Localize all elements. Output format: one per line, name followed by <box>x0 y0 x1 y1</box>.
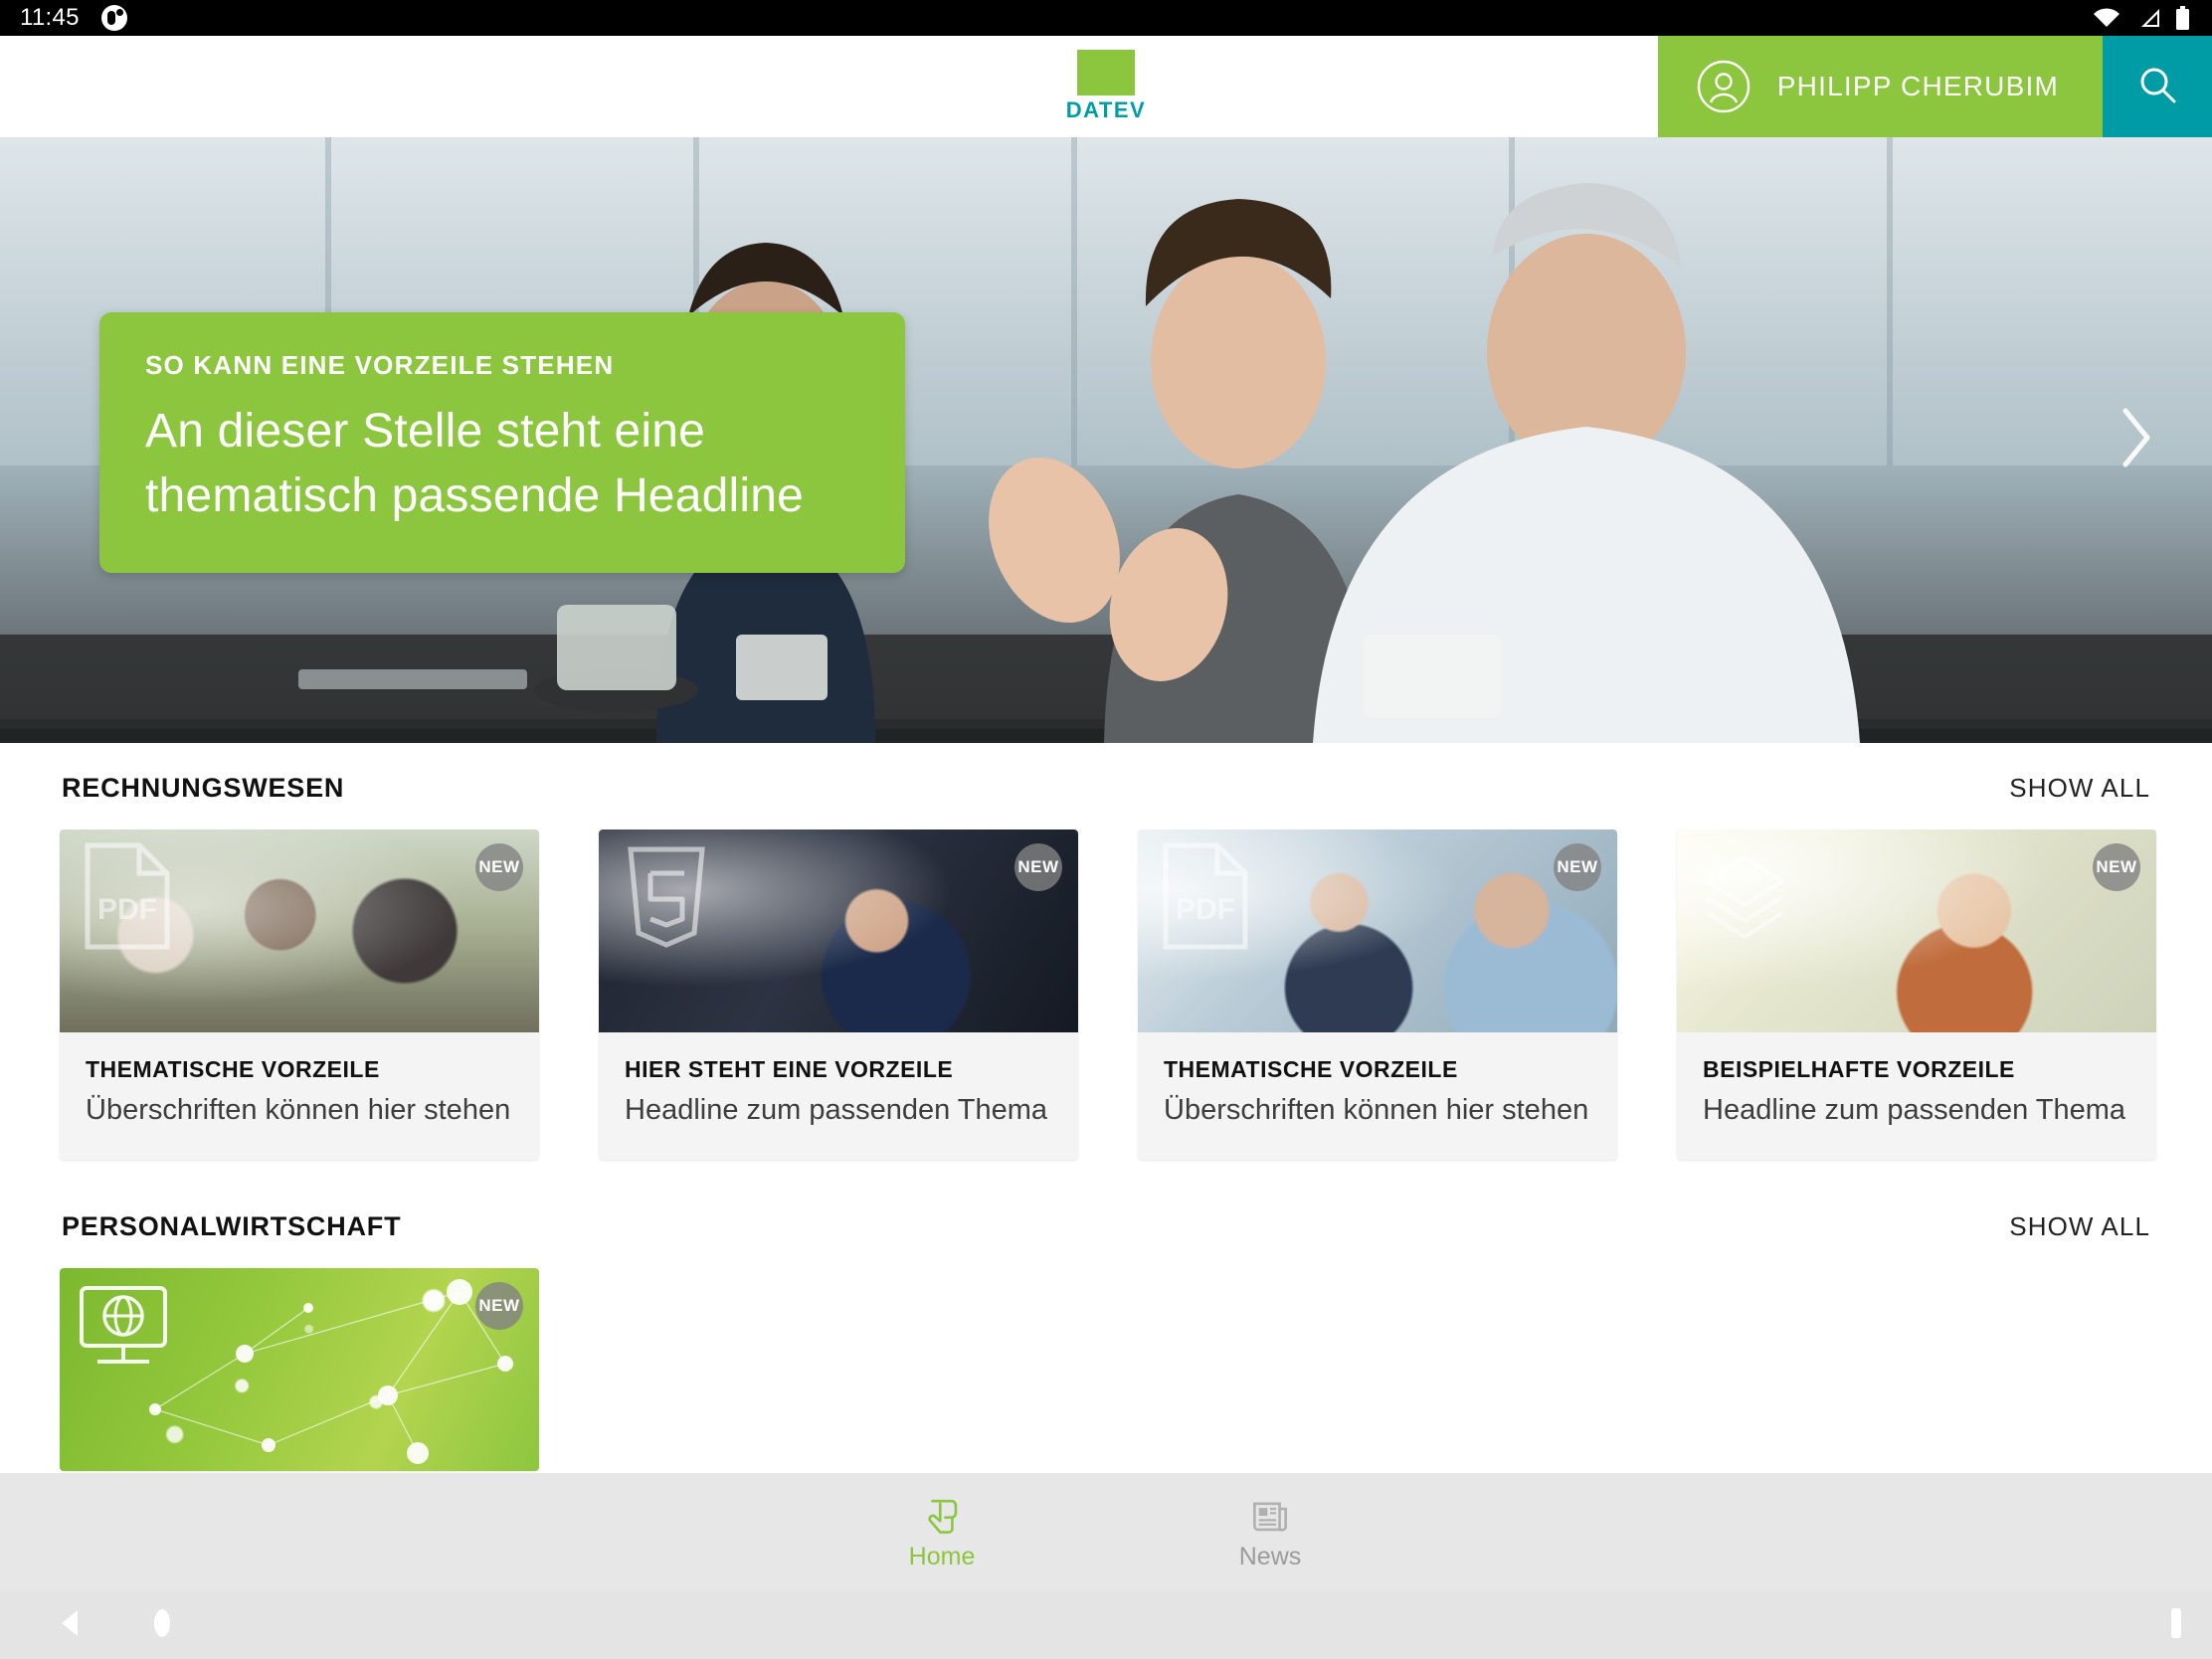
tab-news-label: News <box>1238 1543 1302 1570</box>
card-row-personalwirtschaft: NEW <box>0 1267 2212 1471</box>
monitor-globe-icon <box>78 1284 169 1393</box>
hero-next-button[interactable] <box>2101 396 2170 485</box>
new-badge: NEW <box>2093 843 2140 891</box>
search-button[interactable] <box>2103 36 2212 137</box>
card-kicker: HIER STEHT EINE VORZEILE <box>625 1056 954 1082</box>
wifi-icon <box>2092 7 2121 29</box>
stacked-layers-icon <box>1699 841 1790 951</box>
tab-news[interactable]: News <box>1191 1493 1350 1571</box>
card-thumbnail: PDF NEW <box>60 830 539 1032</box>
status-bar-icons <box>2092 5 2190 31</box>
content-card[interactable]: NEW HIER STEHT EINE VORZEILE Headline zu… <box>599 830 1078 1160</box>
tab-home-label: Home <box>908 1543 976 1570</box>
card-row-rechnungswesen: PDF NEW THEMATISCHE VORZEILE Überschrift… <box>0 830 2212 1160</box>
section-title: RECHNUNGSWESEN <box>62 773 345 803</box>
touch-hand-icon <box>922 1493 962 1539</box>
content-card[interactable]: PDF NEW THEMATISCHE VORZEILE Überschrift… <box>1138 830 1617 1160</box>
html5-shield-icon <box>621 841 712 951</box>
new-badge: NEW <box>475 1281 523 1330</box>
cellular-signal-icon <box>2135 7 2161 29</box>
svg-text:PDF: PDF <box>1176 893 1235 926</box>
app-screen: 11:45 DATEV PHILIPP CHERUBIM SO KANN EIN… <box>0 0 2212 1659</box>
pdf-document-icon: PDF <box>1160 841 1251 951</box>
show-all-link[interactable]: SHOW ALL <box>2009 1211 2150 1242</box>
pdf-document-icon: PDF <box>82 841 173 951</box>
tab-home[interactable]: Home <box>862 1493 1021 1571</box>
new-badge: NEW <box>1554 843 1601 891</box>
hero-carousel[interactable]: SO KANN EINE VORZEILE STEHEN An dieser S… <box>0 137 2212 743</box>
card-title: Headline zum passenden Thema <box>625 1094 1048 1126</box>
card-kicker: THEMATISCHE VORZEILE <box>86 1056 380 1082</box>
battery-icon <box>2175 5 2190 31</box>
show-all-link[interactable]: SHOW ALL <box>2009 773 2150 804</box>
recents-bar-icon[interactable] <box>2166 1605 2186 1646</box>
hero-text-panel: SO KANN EINE VORZEILE STEHEN An dieser S… <box>99 312 905 573</box>
bottom-tab-bar: Home News <box>0 1473 2212 1591</box>
card-kicker: BEISPIELHAFTE VORZEILE <box>1703 1056 2015 1082</box>
new-badge: NEW <box>475 843 523 891</box>
card-body: THEMATISCHE VORZEILE Überschriften könne… <box>1138 1032 1617 1160</box>
svg-text:PDF: PDF <box>97 893 157 926</box>
content-scroll-area[interactable]: RECHNUNGSWESEN SHOW ALL PDF NEW THEMATIS… <box>0 743 2212 1473</box>
content-card[interactable]: NEW <box>60 1267 539 1471</box>
logo-green-square <box>1077 50 1135 95</box>
section-header-rechnungswesen: RECHNUNGSWESEN SHOW ALL <box>0 773 2212 804</box>
content-card[interactable]: PDF NEW THEMATISCHE VORZEILE Überschrift… <box>60 830 539 1160</box>
app-header: DATEV PHILIPP CHERUBIM <box>0 36 2212 137</box>
card-title: Headline zum passenden Thema <box>1703 1094 2126 1126</box>
section-header-personalwirtschaft: PERSONALWIRTSCHAFT SHOW ALL <box>0 1211 2212 1242</box>
user-avatar-icon <box>1696 59 1751 114</box>
app-badge-icon <box>100 5 127 31</box>
user-name-label: PHILIPP CHERUBIM <box>1776 71 2059 101</box>
card-body: HIER STEHT EINE VORZEILE Headline zum pa… <box>599 1032 1078 1160</box>
logo-wordmark: DATEV <box>1065 97 1147 122</box>
card-thumbnail: NEW <box>60 1267 539 1471</box>
chevron-right-icon <box>2116 403 2155 477</box>
hero-kicker: SO KANN EINE VORZEILE STEHEN <box>145 350 615 380</box>
status-bar-clock: 11:45 <box>20 4 80 31</box>
user-account-button[interactable]: PHILIPP CHERUBIM <box>1657 36 2103 137</box>
new-badge: NEW <box>1014 843 1062 891</box>
card-title: Überschriften können hier stehen <box>1164 1094 1589 1126</box>
card-kicker: THEMATISCHE VORZEILE <box>1164 1056 1458 1082</box>
card-title: Überschriften können hier stehen <box>86 1094 511 1126</box>
search-icon <box>2135 63 2179 111</box>
hero-headline: An dieser Stelle steht eine thematisch p… <box>145 405 805 523</box>
android-status-bar: 11:45 <box>0 0 2212 36</box>
card-thumbnail: NEW <box>599 830 1078 1032</box>
card-body: THEMATISCHE VORZEILE Überschriften könne… <box>60 1032 539 1160</box>
android-nav-bar <box>0 1591 2212 1659</box>
circle-home-icon[interactable] <box>149 1607 175 1644</box>
triangle-back-icon[interactable] <box>56 1607 84 1644</box>
section-title: PERSONALWIRTSCHAFT <box>62 1210 402 1241</box>
card-thumbnail: NEW <box>1677 830 2156 1032</box>
content-card[interactable]: NEW BEISPIELHAFTE VORZEILE Headline zum … <box>1677 830 2156 1160</box>
card-body: BEISPIELHAFTE VORZEILE Headline zum pass… <box>1677 1032 2156 1160</box>
newspaper-icon <box>1250 1493 1290 1539</box>
card-thumbnail: PDF NEW <box>1138 830 1617 1032</box>
